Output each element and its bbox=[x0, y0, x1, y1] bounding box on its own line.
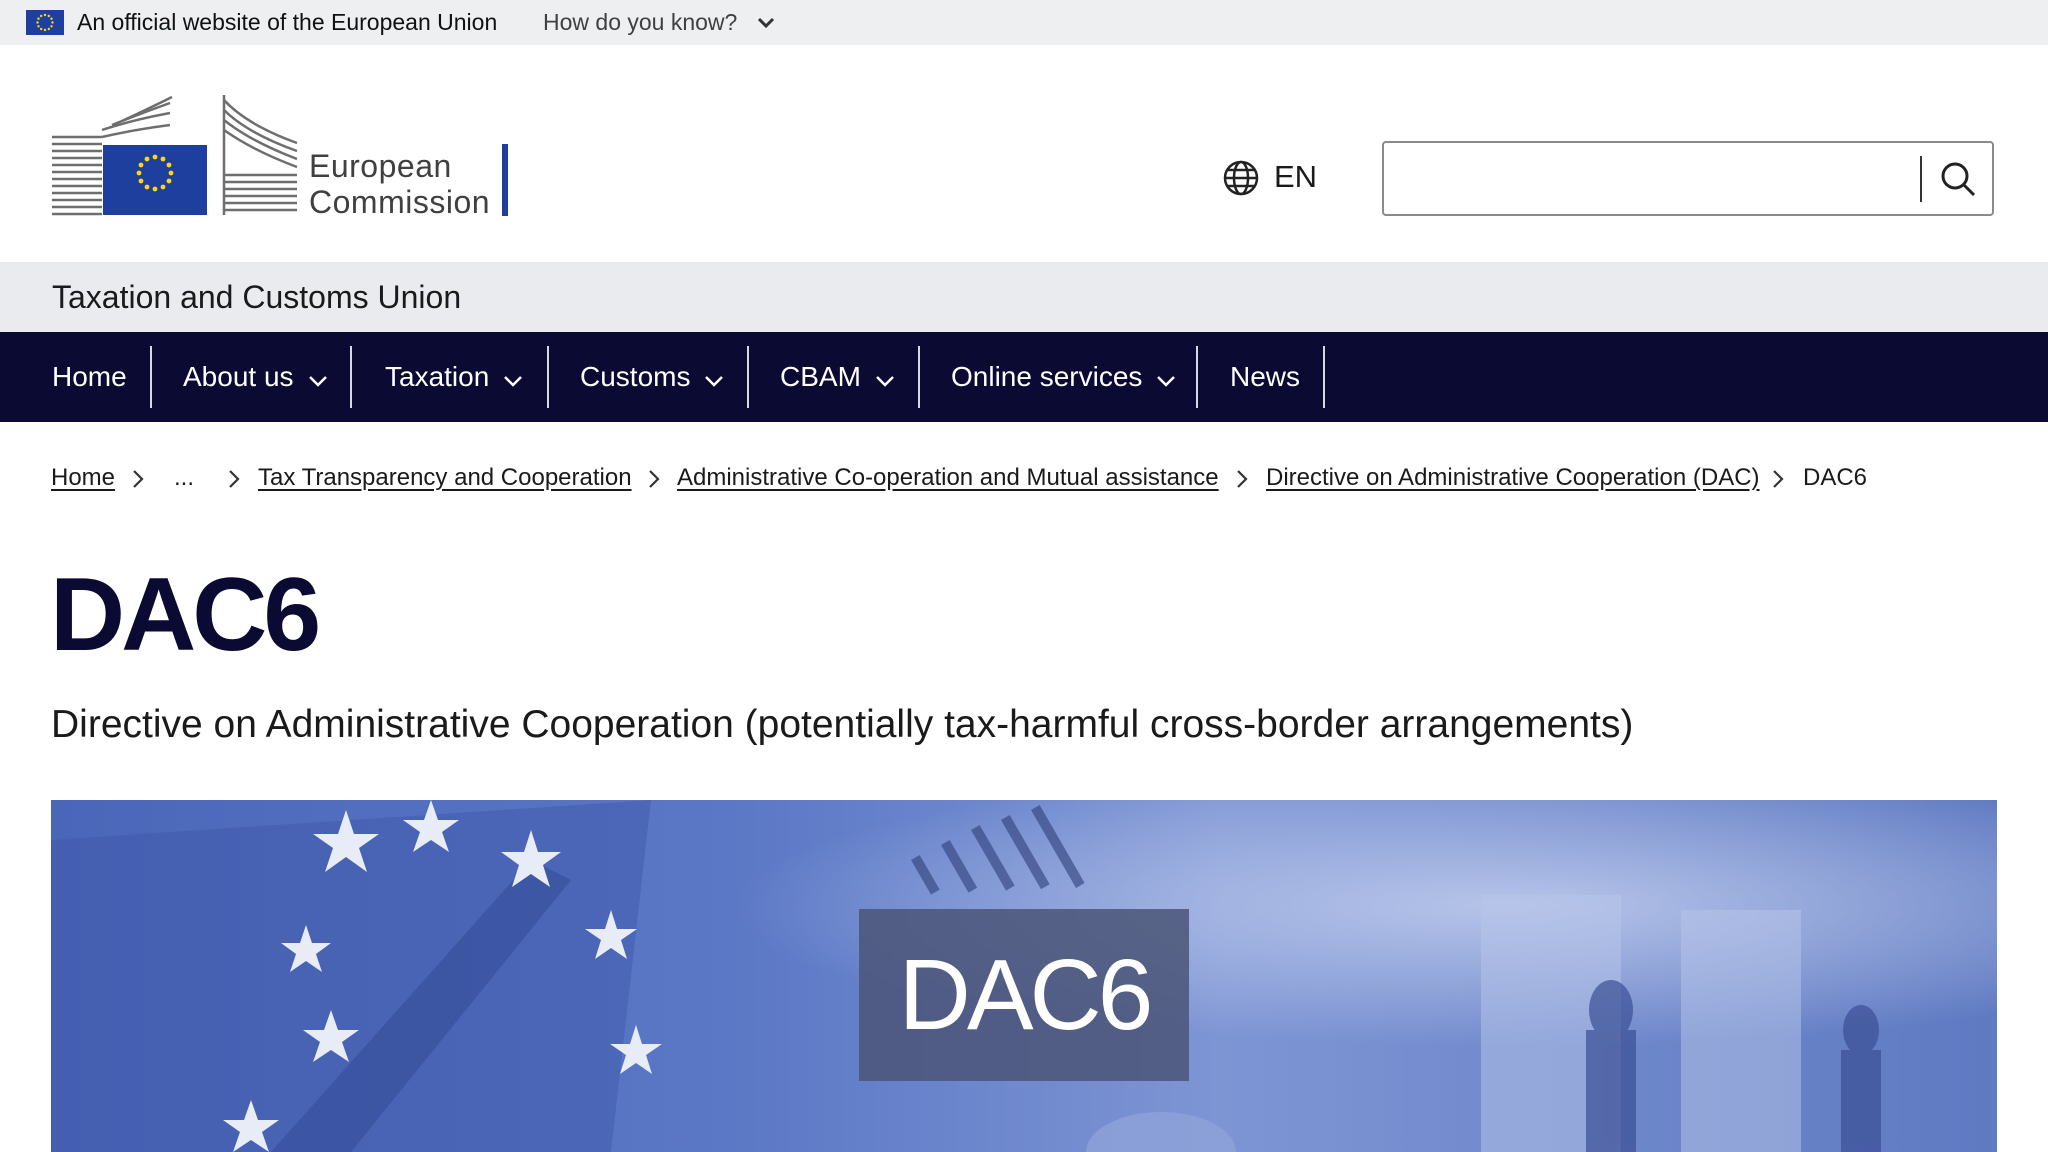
nav-item-online-services[interactable]: Online services bbox=[951, 332, 1176, 422]
nav-separator bbox=[918, 346, 920, 408]
nav-item-news[interactable]: News bbox=[1230, 332, 1300, 422]
chevron-right-icon bbox=[1771, 469, 1785, 494]
logo-divider bbox=[502, 144, 508, 216]
nav-item-label[interactable]: Customs bbox=[580, 361, 690, 393]
nav-item-label[interactable]: Online services bbox=[951, 361, 1142, 393]
breadcrumb-link-dac[interactable]: Directive on Administrative Cooperation … bbox=[1266, 464, 1760, 491]
breadcrumb-link-administrative-cooperation[interactable]: Administrative Co-operation and Mutual a… bbox=[677, 464, 1219, 491]
breadcrumb-link-home[interactable]: Home bbox=[51, 464, 115, 491]
hero-label: DAC6 bbox=[898, 939, 1154, 1051]
logo-text-line2: Commission bbox=[309, 184, 491, 220]
nav-separator bbox=[350, 346, 352, 408]
search-box bbox=[1382, 141, 1994, 216]
nav-item-label[interactable]: News bbox=[1230, 361, 1300, 393]
eu-official-text: An official website of the European Unio… bbox=[77, 9, 498, 35]
nav-item-label[interactable]: About us bbox=[183, 361, 294, 393]
nav-item-taxation[interactable]: Taxation bbox=[385, 332, 523, 422]
nav-item-customs[interactable]: Customs bbox=[580, 332, 724, 422]
logo-text-line1: European bbox=[309, 148, 452, 184]
breadcrumb-link-tax-transparency[interactable]: Tax Transparency and Cooperation bbox=[258, 464, 632, 491]
language-code[interactable]: EN bbox=[1274, 159, 1317, 195]
nav-separator bbox=[547, 346, 549, 408]
nav-separator bbox=[1323, 346, 1325, 408]
nav-item-label[interactable]: CBAM bbox=[780, 361, 861, 393]
logo-text: European Commission bbox=[309, 148, 490, 220]
globe-icon[interactable] bbox=[1222, 159, 1260, 202]
nav-item-about-us[interactable]: About us bbox=[183, 332, 328, 422]
chevron-right-icon bbox=[227, 469, 241, 494]
nav-item-cbam[interactable]: CBAM bbox=[780, 332, 895, 422]
nav-item-home[interactable]: Home bbox=[52, 332, 127, 422]
chevron-down-icon[interactable] bbox=[704, 363, 724, 395]
nav-separator bbox=[747, 346, 749, 408]
search-button[interactable] bbox=[1938, 159, 1982, 203]
page-title: DAC6 bbox=[50, 557, 321, 673]
main-navigation: Home About us Taxation Customs CBAM Onli… bbox=[0, 332, 2048, 422]
search-separator bbox=[1920, 156, 1922, 202]
nav-separator bbox=[150, 346, 152, 408]
chevron-right-icon bbox=[131, 469, 145, 494]
breadcrumb-current: DAC6 bbox=[1803, 464, 1868, 491]
chevron-right-icon bbox=[647, 469, 661, 494]
chevron-down-icon[interactable] bbox=[1156, 363, 1176, 395]
nav-item-label[interactable]: Taxation bbox=[385, 361, 489, 393]
search-input[interactable] bbox=[1396, 153, 1960, 207]
nav-separator bbox=[1196, 346, 1198, 408]
search-icon[interactable] bbox=[1938, 162, 1978, 203]
breadcrumb-ellipsis[interactable]: ... bbox=[174, 461, 194, 495]
how-do-you-know-button[interactable]: How do you know? bbox=[543, 7, 737, 37]
chevron-right-icon bbox=[1235, 469, 1249, 494]
nav-item-label[interactable]: Home bbox=[52, 361, 127, 393]
chevron-down-icon[interactable] bbox=[756, 14, 776, 37]
site-name[interactable]: Taxation and Customs Union bbox=[52, 278, 461, 316]
page-subtitle: Directive on Administrative Cooperation … bbox=[51, 703, 1634, 746]
chevron-down-icon[interactable] bbox=[875, 363, 895, 395]
chevron-down-icon[interactable] bbox=[308, 363, 328, 395]
eu-flag-icon bbox=[26, 10, 64, 35]
chevron-down-icon[interactable] bbox=[503, 363, 523, 395]
